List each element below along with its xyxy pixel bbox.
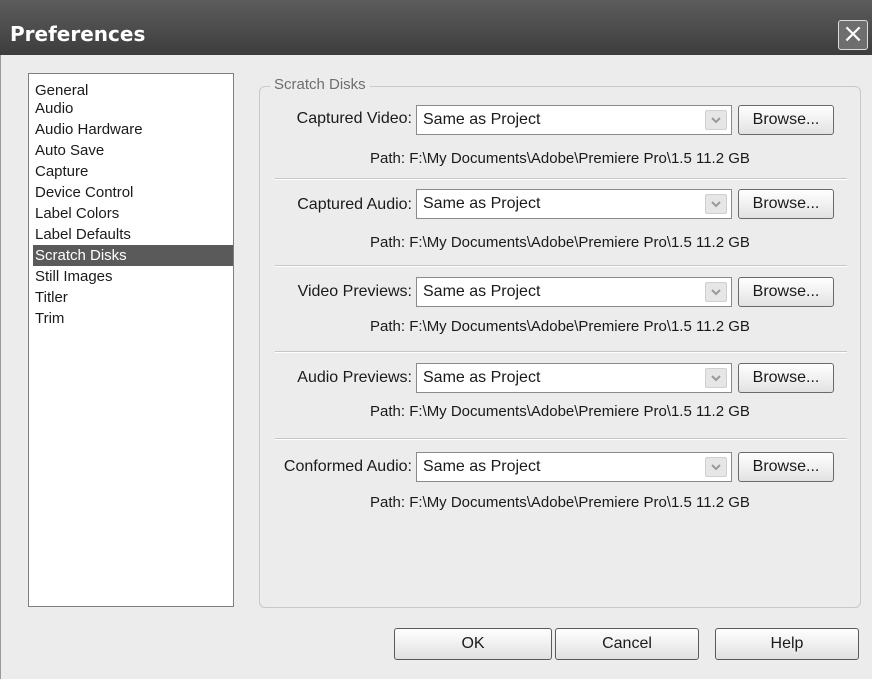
close-button[interactable]: × [838, 20, 868, 50]
list-item-label-colors[interactable]: Label Colors [33, 203, 233, 224]
chevron-down-icon[interactable] [705, 457, 727, 477]
list-item-scratch-disks[interactable]: Scratch Disks [33, 245, 233, 266]
captured-audio-label: Captured Audio: [297, 196, 412, 213]
captured-audio-path: Path: F:\My Documents\Adobe\Premiere Pro… [370, 234, 750, 251]
conformed-audio-select[interactable]: Same as Project [416, 452, 732, 482]
divider [275, 351, 847, 353]
captured-video-label: Captured Video: [296, 110, 412, 127]
select-value: Same as Project [423, 369, 541, 386]
video-previews-select[interactable]: Same as Project [416, 277, 732, 307]
list-item-device-control[interactable]: Device Control [33, 182, 233, 203]
captured-video-path: Path: F:\My Documents\Adobe\Premiere Pro… [370, 150, 750, 167]
divider [275, 438, 847, 440]
list-item-titler[interactable]: Titler [33, 287, 233, 308]
captured-video-select[interactable]: Same as Project [416, 105, 732, 135]
list-item-label-defaults[interactable]: Label Defaults [33, 224, 233, 245]
divider [275, 178, 847, 180]
preferences-category-list[interactable]: General Audio Audio Hardware Auto Save C… [28, 73, 234, 607]
conformed-audio-browse-button[interactable]: Browse... [738, 452, 834, 482]
window-title: Preferences [10, 22, 146, 46]
select-value: Same as Project [423, 111, 541, 128]
select-value: Same as Project [423, 283, 541, 300]
list-item-audio[interactable]: Audio [33, 98, 233, 119]
video-previews-path: Path: F:\My Documents\Adobe\Premiere Pro… [370, 318, 750, 335]
title-bar[interactable]: Preferences × [0, 0, 872, 55]
video-previews-browse-button[interactable]: Browse... [738, 277, 834, 307]
captured-audio-browse-button[interactable]: Browse... [738, 189, 834, 219]
audio-previews-select[interactable]: Same as Project [416, 363, 732, 393]
group-title: Scratch Disks [270, 76, 370, 93]
chevron-down-icon[interactable] [705, 194, 727, 214]
captured-audio-select[interactable]: Same as Project [416, 189, 732, 219]
select-value: Same as Project [423, 458, 541, 475]
audio-previews-label: Audio Previews: [297, 369, 412, 386]
close-icon: × [842, 19, 864, 49]
video-previews-label: Video Previews: [297, 283, 412, 300]
audio-previews-browse-button[interactable]: Browse... [738, 363, 834, 393]
audio-previews-path: Path: F:\My Documents\Adobe\Premiere Pro… [370, 403, 750, 420]
list-item-trim[interactable]: Trim [33, 308, 233, 329]
list-item-auto-save[interactable]: Auto Save [33, 140, 233, 161]
list-item-still-images[interactable]: Still Images [33, 266, 233, 287]
divider [275, 265, 847, 267]
conformed-audio-label: Conformed Audio: [283, 458, 412, 475]
cancel-button[interactable]: Cancel [555, 628, 699, 660]
chevron-down-icon[interactable] [705, 282, 727, 302]
list-item-audio-hardware[interactable]: Audio Hardware [33, 119, 233, 140]
select-value: Same as Project [423, 195, 541, 212]
captured-video-browse-button[interactable]: Browse... [738, 105, 834, 135]
chevron-down-icon[interactable] [705, 368, 727, 388]
preferences-window: Preferences × General Audio Audio Hardwa… [0, 0, 872, 679]
conformed-audio-path: Path: F:\My Documents\Adobe\Premiere Pro… [370, 494, 750, 511]
chevron-down-icon[interactable] [705, 110, 727, 130]
ok-button[interactable]: OK [394, 628, 552, 660]
list-item-capture[interactable]: Capture [33, 161, 233, 182]
help-button[interactable]: Help [715, 628, 859, 660]
